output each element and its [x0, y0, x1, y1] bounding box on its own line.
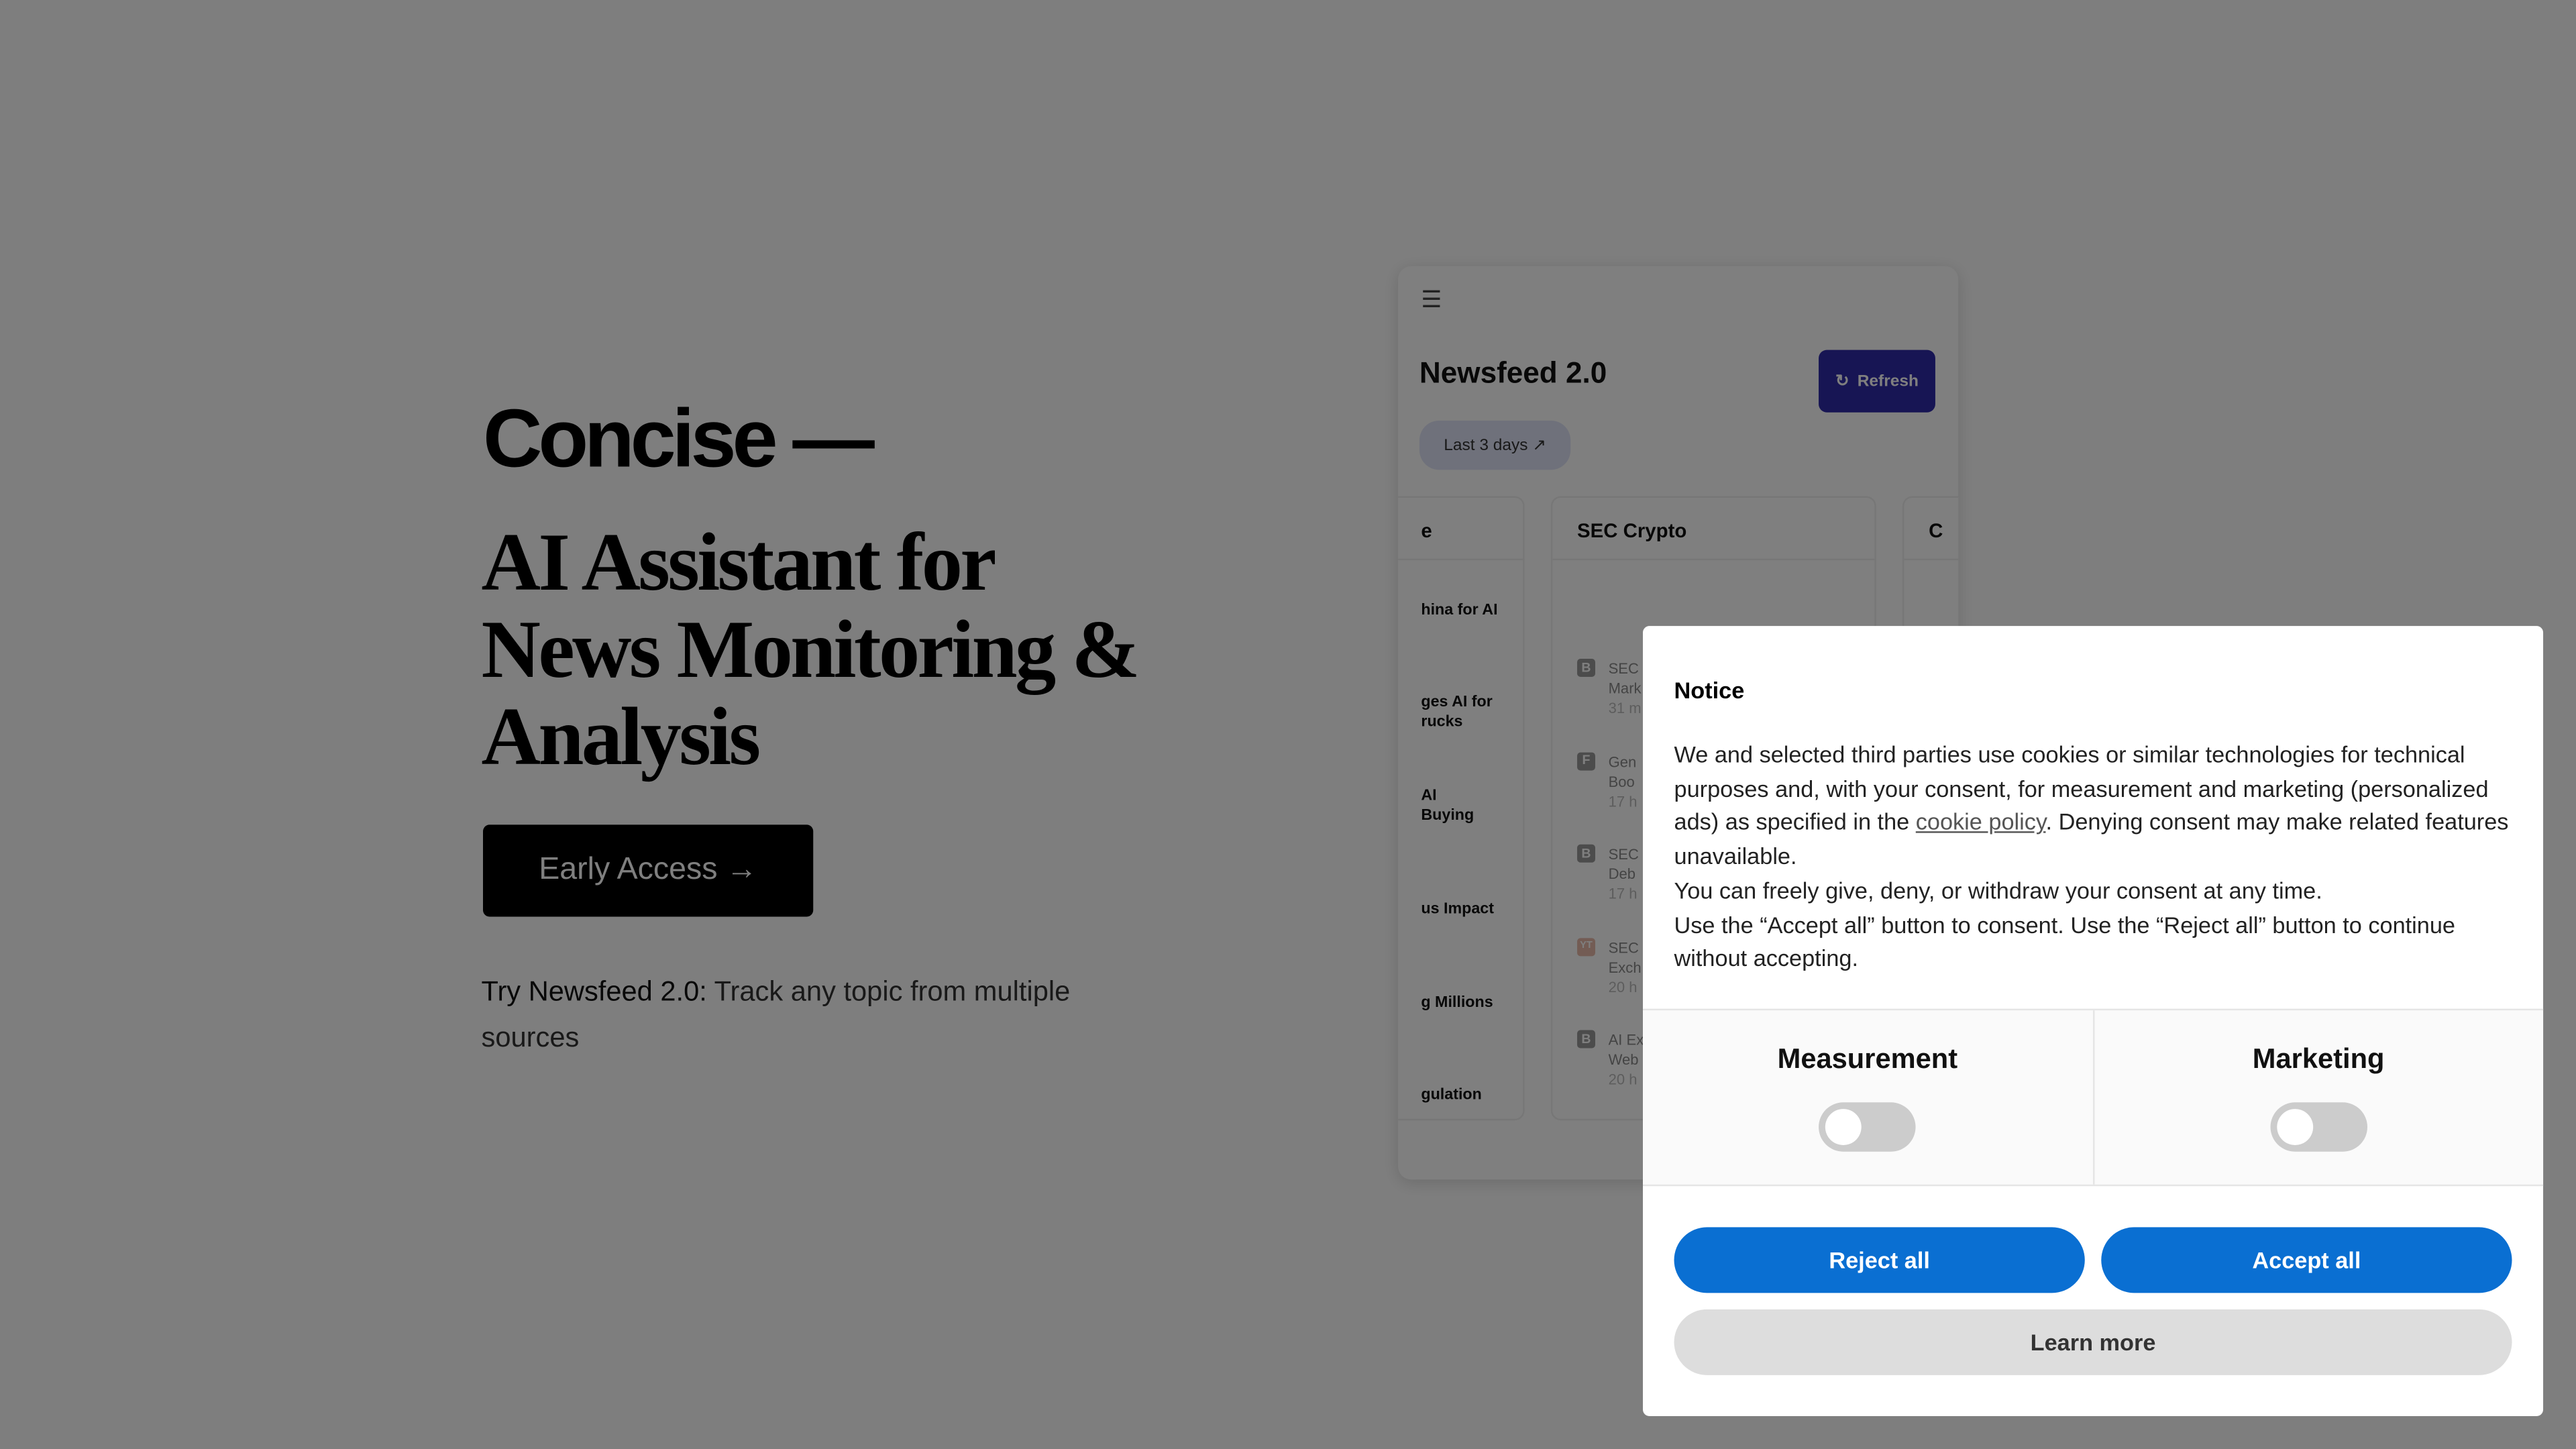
consent-preferences: Measurement Marketing [1643, 1008, 2544, 1187]
accept-all-button[interactable]: Accept all [2101, 1227, 2512, 1293]
consent-paragraph: You can freely give, deny, or withdraw y… [1674, 877, 2322, 904]
toggle-knob [2276, 1109, 2313, 1145]
toggle-knob [1825, 1109, 1862, 1145]
page: Concise — AI Assistant for News Monitori… [0, 0, 2576, 1449]
cookie-consent-dialog: Notice We and selected third parties use… [1643, 626, 2544, 1417]
marketing-toggle[interactable] [2269, 1102, 2367, 1152]
measurement-pref: Measurement [1643, 1010, 2092, 1185]
consent-text: We and selected third parties use cookie… [1674, 738, 2520, 976]
learn-more-button[interactable]: Learn more [1674, 1309, 2512, 1375]
measurement-toggle[interactable] [1819, 1102, 1917, 1152]
marketing-label: Marketing [2252, 1043, 2385, 1075]
reject-all-button[interactable]: Reject all [1674, 1227, 2085, 1293]
marketing-pref: Marketing [2092, 1010, 2543, 1185]
measurement-label: Measurement [1777, 1043, 1958, 1075]
notice-title: Notice [1674, 676, 1745, 704]
consent-paragraph: Use the “Accept all” button to consent. … [1674, 911, 2455, 971]
cookie-policy-link[interactable]: cookie policy [1916, 809, 2046, 835]
